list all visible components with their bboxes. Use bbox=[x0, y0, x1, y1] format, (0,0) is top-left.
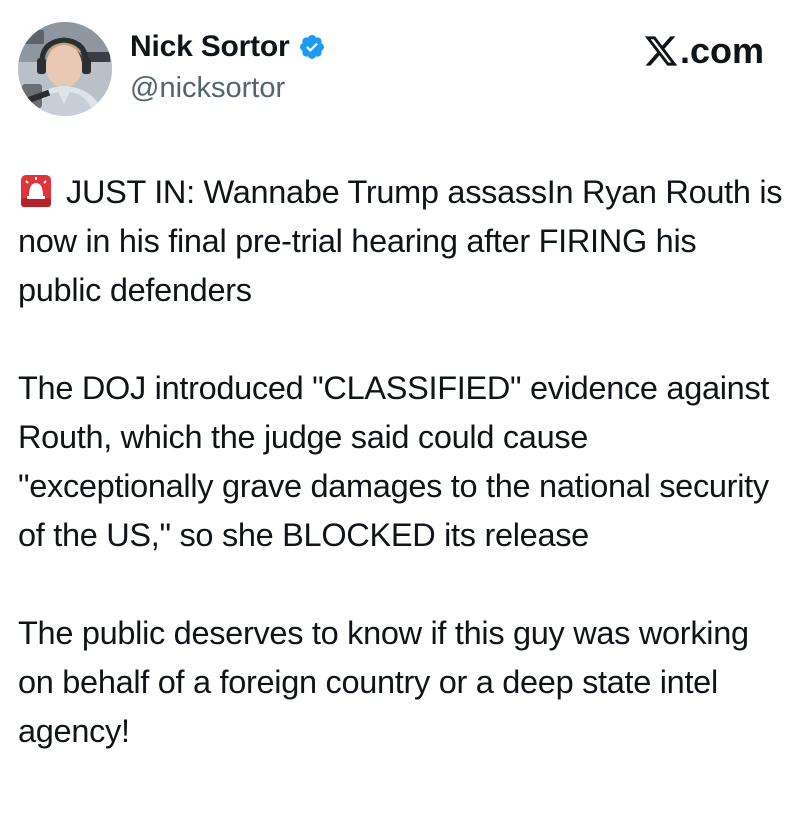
tweet-header: Nick Sortor @nicksortor .com bbox=[0, 0, 800, 130]
tweet-paragraph-text: JUST IN: Wannabe Trump assassIn Ryan Rou… bbox=[18, 174, 783, 308]
police-siren-icon bbox=[20, 173, 52, 207]
tweet-text: JUST IN: Wannabe Trump assassIn Ryan Rou… bbox=[18, 168, 788, 756]
author-handle[interactable]: @nicksortor bbox=[130, 72, 285, 105]
tweet-paragraph: The DOJ introduced "CLASSIFIED" evidence… bbox=[18, 370, 770, 553]
verified-badge-icon bbox=[298, 33, 326, 61]
tweet-paragraph: JUST IN: Wannabe Trump assassIn Ryan Rou… bbox=[18, 168, 788, 315]
site-brand[interactable]: .com bbox=[643, 30, 764, 72]
profile-photo-icon bbox=[18, 22, 112, 116]
avatar[interactable] bbox=[18, 22, 112, 116]
author-display-name[interactable]: Nick Sortor bbox=[130, 30, 290, 64]
site-domain-text: .com bbox=[679, 30, 764, 71]
tweet-paragraph: The public deserves to know if this guy … bbox=[18, 615, 749, 749]
author-name-row: Nick Sortor bbox=[130, 30, 326, 64]
x-logo-icon bbox=[643, 33, 679, 69]
